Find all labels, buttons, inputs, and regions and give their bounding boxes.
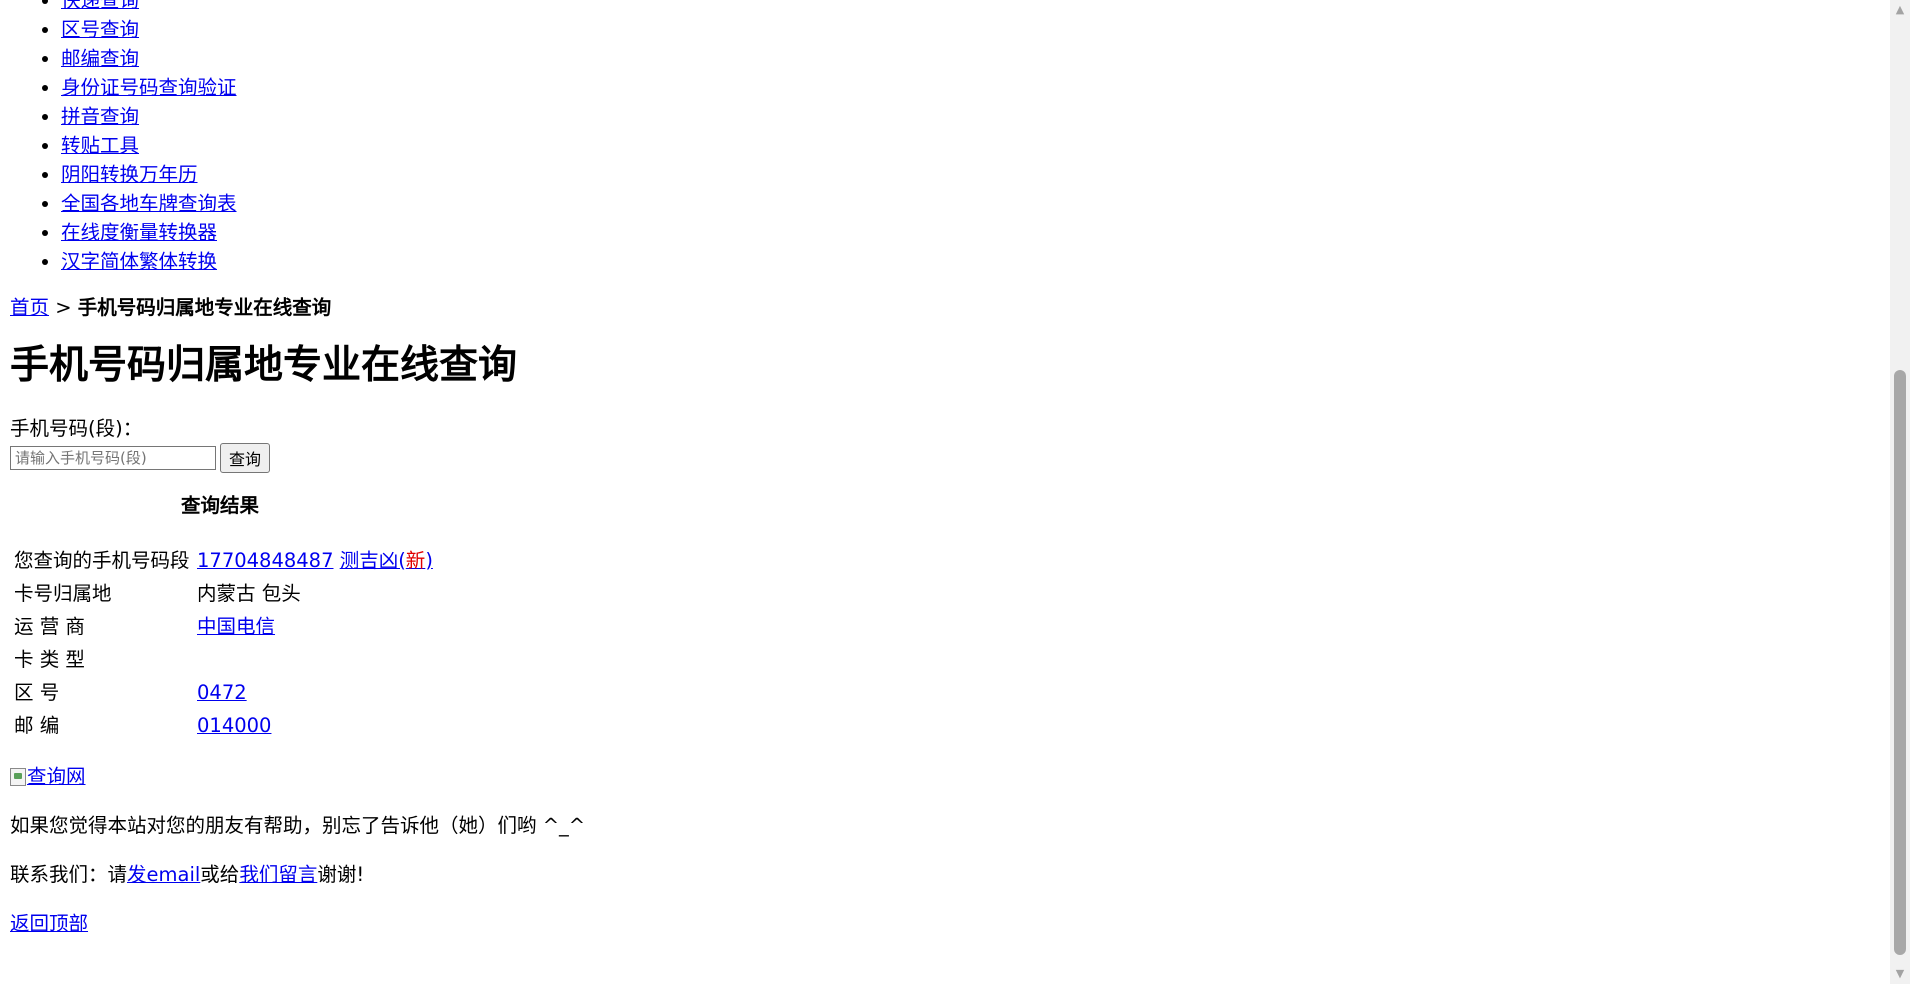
scroll-down-arrow-icon[interactable]: ▼ <box>1890 964 1910 984</box>
result-value: 014000 <box>196 711 434 741</box>
table-row: 卡 类 型 <box>13 645 434 675</box>
leave-message-link[interactable]: 我们留言 <box>239 863 317 886</box>
email-link[interactable]: 发email <box>127 863 200 886</box>
nav-item-id-card: 身份证号码查询验证 <box>61 73 585 102</box>
table-row: 运 营 商 中国电信 <box>13 612 434 642</box>
result-title: 查询结果 <box>180 494 259 517</box>
result-value: 中国电信 <box>196 612 434 642</box>
area-code-link[interactable]: 0472 <box>197 681 247 704</box>
scrollbar-thumb[interactable] <box>1894 370 1906 955</box>
fortune-test-close: ) <box>425 549 433 572</box>
result-key: 区 号 <box>14 681 60 704</box>
contact-suffix: 谢谢! <box>317 863 365 886</box>
back-to-top: 返回顶部 <box>10 909 585 939</box>
tool-nav-list: 快递查询 区号查询 邮编查询 身份证号码查询验证 拼音查询 转贴工具 阴阳转换万… <box>10 0 585 276</box>
nav-item-postcode: 邮编查询 <box>61 44 585 73</box>
nav-link-license-plate[interactable]: 全国各地车牌查询表 <box>61 192 237 215</box>
scroll-up-arrow-icon[interactable]: ▲ <box>1890 0 1910 20</box>
back-to-top-link[interactable]: 返回顶部 <box>10 912 88 935</box>
postcode-link[interactable]: 014000 <box>197 714 271 737</box>
contact-middle: 或给 <box>200 863 240 886</box>
result-value <box>196 645 434 675</box>
nav-item-area-code: 区号查询 <box>61 15 585 44</box>
table-row: 区 号 0472 <box>13 678 434 708</box>
share-text: 如果您觉得本站对您的朋友有帮助，别忘了告诉他（她）们哟 ^_^ <box>10 814 586 837</box>
banner: 查询网 <box>10 762 585 792</box>
phone-number-link[interactable]: 17704848487 <box>197 549 333 572</box>
breadcrumb: 首页 > 手机号码归属地专业在线查询 <box>10 293 585 322</box>
nav-item-repost-tool: 转贴工具 <box>61 131 585 160</box>
result-value: 0472 <box>196 678 434 708</box>
nav-item-unit-converter: 在线度衡量转换器 <box>61 218 585 247</box>
result-key: 您查询的手机号码段 <box>14 549 190 572</box>
nav-link-postcode[interactable]: 邮编查询 <box>61 47 139 70</box>
nav-item-pinyin: 拼音查询 <box>61 102 585 131</box>
banner-alt-text: 查询网 <box>27 765 86 788</box>
page: 快递查询 区号查询 邮编查询 身份证号码查询验证 拼音查询 转贴工具 阴阳转换万… <box>0 0 1890 984</box>
result-value: 内蒙古 包头 <box>197 582 301 605</box>
result-key: 卡 类 型 <box>14 648 85 671</box>
carrier-link[interactable]: 中国电信 <box>197 615 275 638</box>
nav-link-unit-converter[interactable]: 在线度衡量转换器 <box>61 221 217 244</box>
phone-number-input[interactable] <box>10 446 216 470</box>
broken-image-icon <box>10 768 26 786</box>
new-badge: 新 <box>405 549 426 572</box>
breadcrumb-current: 手机号码归属地专业在线查询 <box>77 296 332 319</box>
breadcrumb-separator: > <box>49 296 78 319</box>
content: 快递查询 区号查询 邮编查询 身份证号码查询验证 拼音查询 转贴工具 阴阳转换万… <box>10 0 585 939</box>
fortune-test-label: 测吉凶( <box>339 549 406 572</box>
result-key: 卡号归属地 <box>14 582 112 605</box>
nav-item-license-plate: 全国各地车牌查询表 <box>61 189 585 218</box>
phone-input-label: 手机号码(段)： <box>10 417 143 440</box>
table-row: 您查询的手机号码段 17704848487 测吉凶(新) <box>13 546 434 576</box>
vertical-scrollbar[interactable]: ▲ ▼ <box>1890 0 1910 984</box>
contact-line: 联系我们：请发email或给我们留言谢谢! <box>10 860 585 890</box>
result-key: 运 营 商 <box>14 615 85 638</box>
nav-item-calendar: 阴阳转换万年历 <box>61 160 585 189</box>
nav-link-calendar[interactable]: 阴阳转换万年历 <box>61 163 198 186</box>
breadcrumb-home-link[interactable]: 首页 <box>10 296 49 319</box>
result-table: 您查询的手机号码段 17704848487 测吉凶(新) 卡号归属地 内蒙古 包… <box>10 543 437 744</box>
nav-link-area-code[interactable]: 区号查询 <box>61 18 139 41</box>
query-button[interactable]: 查询 <box>220 443 271 473</box>
nav-link-repost-tool[interactable]: 转贴工具 <box>61 134 139 157</box>
contact-prefix: 联系我们：请 <box>10 863 128 886</box>
query-form: 查询 <box>10 443 585 473</box>
nav-item-express: 快递查询 <box>61 0 585 15</box>
table-row: 卡号归属地 内蒙古 包头 <box>13 579 434 609</box>
fortune-test-link[interactable]: 测吉凶(新) <box>340 549 433 572</box>
nav-link-id-card[interactable]: 身份证号码查询验证 <box>61 76 237 99</box>
page-title: 手机号码归属地专业在线查询 <box>10 343 518 388</box>
table-row: 邮 编 014000 <box>13 711 434 741</box>
result-key: 邮 编 <box>14 714 60 737</box>
nav-link-chinese-converter[interactable]: 汉字简体繁体转换 <box>61 250 217 273</box>
nav-link-pinyin[interactable]: 拼音查询 <box>61 105 139 128</box>
result-value: 17704848487 测吉凶(新) <box>196 546 434 576</box>
nav-link-express[interactable]: 快递查询 <box>61 0 139 12</box>
nav-item-chinese-converter: 汉字简体繁体转换 <box>61 247 585 276</box>
banner-link[interactable]: 查询网 <box>10 762 86 792</box>
